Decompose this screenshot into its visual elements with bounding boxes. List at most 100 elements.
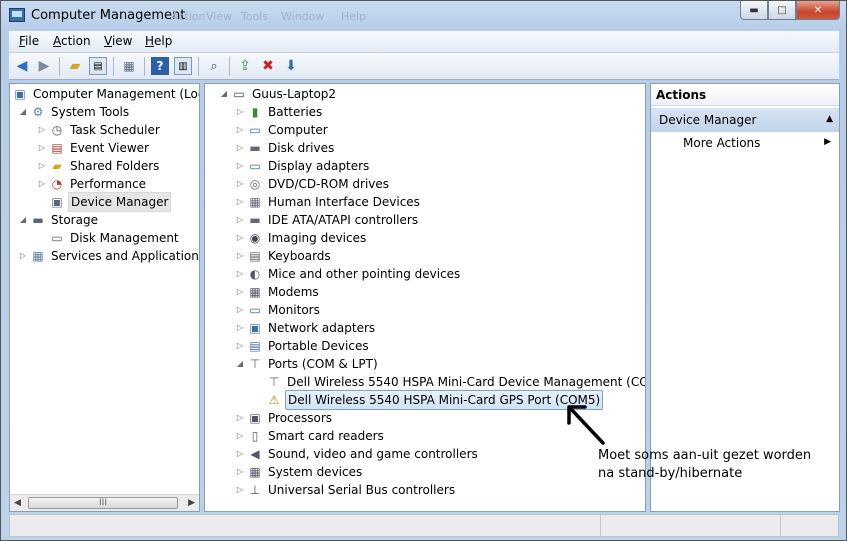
tree-item-system-tools[interactable]: ◢ ⚙ System Tools: [18, 103, 131, 121]
tree-item-performance[interactable]: ▷ ◔ Performance: [37, 175, 148, 193]
device-item[interactable]: ⊤ Dell Wireless 5540 HSPA Mini-Card Devic…: [266, 373, 645, 391]
uninstall-icon[interactable]: ✖: [259, 57, 277, 75]
maximize-button[interactable]: □: [768, 1, 796, 20]
show-hide-action-pane-icon[interactable]: ▥: [174, 57, 192, 75]
menu-help[interactable]: Help: [145, 34, 172, 48]
device-tree-pane[interactable]: ◢ ▭ Guus-Laptop2 ▷ ▮ Batteries ▷ ▭ Computer ▷ ▬…: [204, 83, 646, 512]
expand-arrow-icon[interactable]: ▷: [235, 463, 245, 481]
menu-file[interactable]: File: [19, 34, 39, 48]
expand-arrow-icon[interactable]: ▷: [235, 157, 245, 175]
expand-arrow-icon[interactable]: ▷: [235, 337, 245, 355]
menu-view[interactable]: View: [104, 34, 132, 48]
expand-arrow-icon[interactable]: ▷: [235, 283, 245, 301]
device-category[interactable]: ▷ ◎ DVD/CD-ROM drives: [235, 175, 391, 193]
tree-item-storage[interactable]: ◢ ▬ Storage: [18, 211, 100, 229]
expand-arrow-icon[interactable]: ▷: [235, 481, 245, 499]
device-category[interactable]: ▷ ▣ Processors: [235, 409, 334, 427]
device-category[interactable]: ▷ ▦ System devices: [235, 463, 364, 481]
device-category[interactable]: ▷ ◉ Imaging devices: [235, 229, 368, 247]
update-driver-icon[interactable]: ⇪: [236, 57, 254, 75]
scroll-thumb[interactable]: III: [28, 497, 178, 509]
scan-hardware-icon[interactable]: ⌕: [205, 57, 223, 75]
expand-arrow-icon[interactable]: ▷: [18, 247, 28, 265]
expand-arrow-icon[interactable]: ▷: [235, 229, 245, 247]
expand-arrow-icon[interactable]: ▷: [37, 157, 47, 175]
storage-icon: ▬: [32, 213, 44, 227]
expand-arrow-icon[interactable]: ▷: [235, 247, 245, 265]
collapse-arrow-icon[interactable]: ◢: [18, 211, 28, 229]
collapse-up-icon[interactable]: ▲: [826, 114, 833, 124]
usb-icon: ⊥: [249, 483, 261, 497]
back-arrow-icon[interactable]: ◀: [13, 57, 31, 75]
device-item[interactable]: ⚠ Dell Wireless 5540 HSPA Mini-Card GPS P…: [266, 390, 604, 410]
device-category[interactable]: ▷ ◐ Mice and other pointing devices: [235, 265, 462, 283]
collapse-arrow-icon[interactable]: ◢: [235, 355, 245, 373]
tree-item-event-viewer[interactable]: ▷ ▤ Event Viewer: [37, 139, 151, 157]
up-folder-icon[interactable]: ▰: [66, 57, 84, 75]
expand-arrow-icon[interactable]: ▷: [235, 427, 245, 445]
dvd-drive-icon: ◎: [249, 177, 261, 191]
actions-section-device-manager[interactable]: Device Manager ▲: [651, 108, 839, 132]
expand-arrow-icon[interactable]: ▷: [235, 121, 245, 139]
toolbar-separator: [229, 57, 230, 76]
forward-arrow-icon[interactable]: ▶: [35, 57, 53, 75]
hid-icon: ▦: [249, 195, 261, 209]
expand-arrow-icon[interactable]: ▷: [235, 301, 245, 319]
console-tree-pane[interactable]: ▣ Computer Management (Local ◢ ⚙ System …: [9, 83, 200, 512]
horizontal-scrollbar[interactable]: ◀ III ▶: [10, 494, 199, 511]
device-category[interactable]: ▷ ▦ Modems: [235, 283, 321, 301]
expand-arrow-icon[interactable]: ▷: [235, 193, 245, 211]
tree-root[interactable]: ▣ Computer Management (Local: [12, 85, 199, 103]
expand-arrow-icon[interactable]: ▷: [235, 319, 245, 337]
expand-arrow-icon[interactable]: ▷: [235, 445, 245, 463]
expand-arrow-icon[interactable]: ▷: [235, 103, 245, 121]
expand-arrow-icon[interactable]: ▷: [235, 409, 245, 427]
tree-item-shared-folders[interactable]: ▷ ▰ Shared Folders: [37, 157, 161, 175]
scroll-right-icon[interactable]: ▶: [188, 498, 195, 508]
properties-icon[interactable]: ▦: [120, 57, 138, 75]
device-category[interactable]: ▷ ◀ Sound, video and game controllers: [235, 445, 480, 463]
system-tools-icon: ⚙: [32, 105, 44, 119]
device-category[interactable]: ▷ ▬ Disk drives: [235, 139, 336, 157]
more-actions-item[interactable]: More Actions: [683, 136, 760, 150]
expand-arrow-icon[interactable]: ▷: [37, 175, 47, 193]
minimize-button[interactable]: ▬: [740, 1, 768, 20]
device-category[interactable]: ▷ ▬ IDE ATA/ATAPI controllers: [235, 211, 420, 229]
expand-arrow-icon[interactable]: ▷: [235, 139, 245, 157]
title-bar[interactable]: Computer Management Action View Tools Wi…: [1, 1, 846, 31]
menu-bar: File Action View Help: [9, 31, 839, 53]
device-category[interactable]: ▷ ▦ Human Interface Devices: [235, 193, 422, 211]
device-category[interactable]: ▷ ▤ Keyboards: [235, 247, 333, 265]
device-category[interactable]: ▷ ▤ Portable Devices: [235, 337, 371, 355]
scroll-left-icon[interactable]: ◀: [14, 498, 21, 508]
device-category[interactable]: ▷ ▮ Batteries: [235, 103, 324, 121]
expand-arrow-icon[interactable]: ▷: [235, 265, 245, 283]
keyboard-icon: ▤: [249, 249, 261, 263]
processor-icon: ▣: [249, 411, 261, 425]
device-category[interactable]: ▷ ▭ Computer: [235, 121, 330, 139]
enable-device-icon[interactable]: ⬇: [282, 57, 300, 75]
device-category[interactable]: ▷ ▯ Smart card readers: [235, 427, 386, 445]
expand-arrow-icon[interactable]: ▷: [235, 211, 245, 229]
tree-item-task-scheduler[interactable]: ▷ ◷ Task Scheduler: [37, 121, 162, 139]
device-category[interactable]: ▷ ▭ Monitors: [235, 301, 322, 319]
device-category[interactable]: ▷ ▭ Display adapters: [235, 157, 371, 175]
expand-arrow-icon[interactable]: ▷: [37, 139, 47, 157]
tree-item-disk-management[interactable]: ▭ Disk Management: [49, 229, 181, 247]
device-tree-root[interactable]: ◢ ▭ Guus-Laptop2: [219, 85, 338, 103]
show-hide-tree-icon[interactable]: ▤: [89, 57, 107, 75]
close-button[interactable]: ✕: [796, 1, 840, 20]
help-icon[interactable]: ?: [151, 57, 169, 75]
expand-arrow-icon[interactable]: ▷: [37, 121, 47, 139]
port-device-icon: ⊤: [268, 375, 280, 389]
device-category[interactable]: ▷ ⊥ Universal Serial Bus controllers: [235, 481, 457, 499]
device-category[interactable]: ◢ ⊤ Ports (COM & LPT): [235, 355, 380, 373]
collapse-arrow-icon[interactable]: ◢: [219, 85, 229, 103]
expand-arrow-icon[interactable]: ▷: [235, 175, 245, 193]
battery-icon: ▮: [251, 105, 259, 119]
device-category[interactable]: ▷ ▣ Network adapters: [235, 319, 377, 337]
tree-item-services-and-applications[interactable]: ▷ ▦ Services and Applications: [18, 247, 199, 265]
menu-action[interactable]: Action: [53, 34, 91, 48]
tree-item-device-manager[interactable]: ▣ Device Manager: [49, 192, 172, 212]
collapse-arrow-icon[interactable]: ◢: [18, 103, 28, 121]
